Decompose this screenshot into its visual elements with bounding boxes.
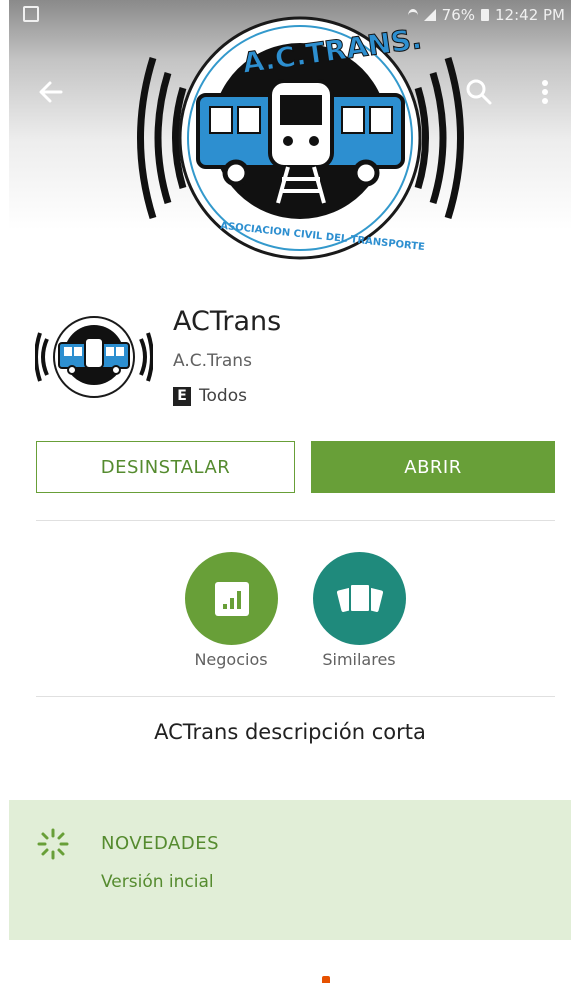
open-button[interactable]: ABRIR — [311, 441, 555, 493]
cards-icon — [336, 582, 383, 613]
signal-arcs-right — [414, 56, 464, 220]
signal-arcs-left — [137, 56, 187, 220]
divider — [36, 520, 555, 521]
category-badge[interactable] — [185, 552, 278, 645]
whats-new-text: Versión incial — [101, 872, 214, 892]
similar-badge[interactable] — [313, 552, 406, 645]
more-vert-icon — [542, 80, 548, 104]
developer-link[interactable]: A.C.Trans — [173, 351, 252, 371]
hero-banner: 76% 12:42 PM A.C.TRANS. ASOCIACION CIVIL… — [9, 0, 571, 278]
whats-new-section[interactable]: NOVEDADES Versión incial — [9, 800, 571, 940]
left-edge — [0, 0, 9, 983]
next-section-icon — [322, 976, 330, 983]
app-title: ACTrans — [173, 306, 282, 337]
screen: 76% 12:42 PM A.C.TRANS. ASOCIACION CIVIL… — [9, 0, 571, 983]
hero-logo: A.C.TRANS. ASOCIACION CIVIL DEL TRANSPOR… — [137, 16, 464, 260]
bar-chart-icon — [214, 581, 249, 616]
clock: 12:42 PM — [495, 6, 565, 24]
category-label[interactable]: Negocios — [171, 650, 291, 669]
battery-icon — [481, 9, 490, 21]
similar-label[interactable]: Similares — [299, 650, 419, 669]
divider — [36, 696, 555, 697]
notification-icon — [23, 6, 39, 22]
whats-new-title: NOVEDADES — [101, 833, 220, 854]
content-rating: E Todos — [173, 386, 247, 406]
search-icon — [466, 79, 492, 105]
back-button[interactable] — [33, 74, 69, 110]
rating-e-icon: E — [173, 386, 191, 406]
overflow-menu-button[interactable] — [527, 74, 563, 110]
rating-text: Todos — [199, 386, 247, 406]
uninstall-button[interactable]: DESINSTALAR — [36, 441, 295, 493]
short-description[interactable]: ACTrans descripción corta — [9, 720, 571, 744]
app-icon — [35, 316, 153, 398]
sparkle-icon — [37, 828, 69, 860]
search-button[interactable] — [461, 74, 497, 110]
arrow-back-icon — [39, 81, 63, 103]
